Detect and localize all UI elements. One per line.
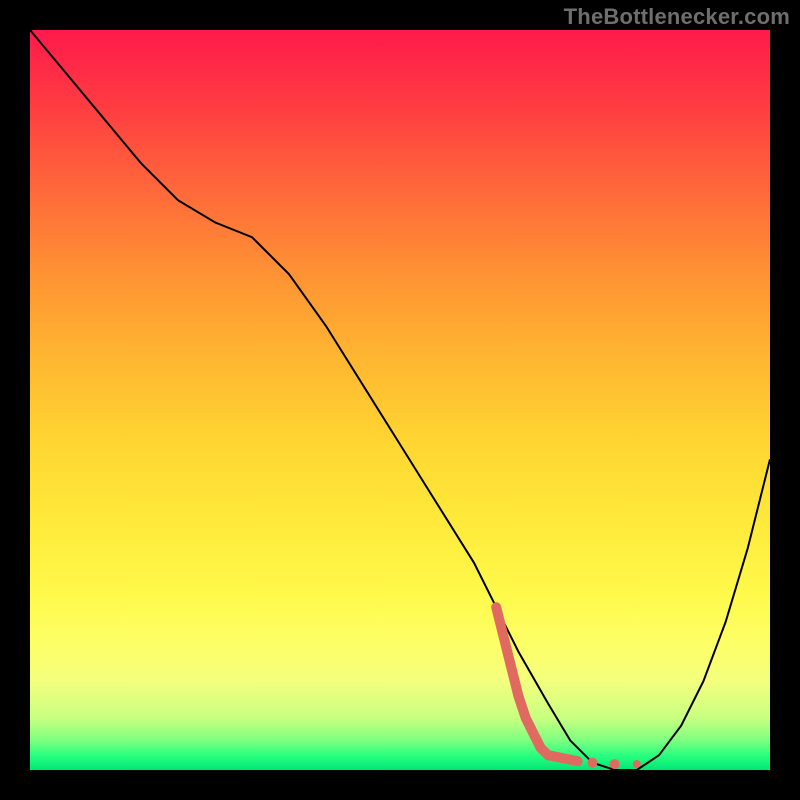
- attribution-text: TheBottlenecker.com: [564, 4, 790, 30]
- optimal-region-dot: [587, 758, 597, 768]
- chart-frame: TheBottlenecker.com: [0, 0, 800, 800]
- plot-area: [30, 30, 770, 770]
- optimal-region-dot: [633, 760, 641, 768]
- optimal-region-dot: [573, 756, 583, 766]
- optimal-region-line: [496, 607, 548, 755]
- chart-overlay: [30, 30, 770, 770]
- bottleneck-curve: [30, 30, 770, 770]
- optimal-region-markers: [496, 607, 641, 769]
- optimal-region-dot: [610, 759, 620, 769]
